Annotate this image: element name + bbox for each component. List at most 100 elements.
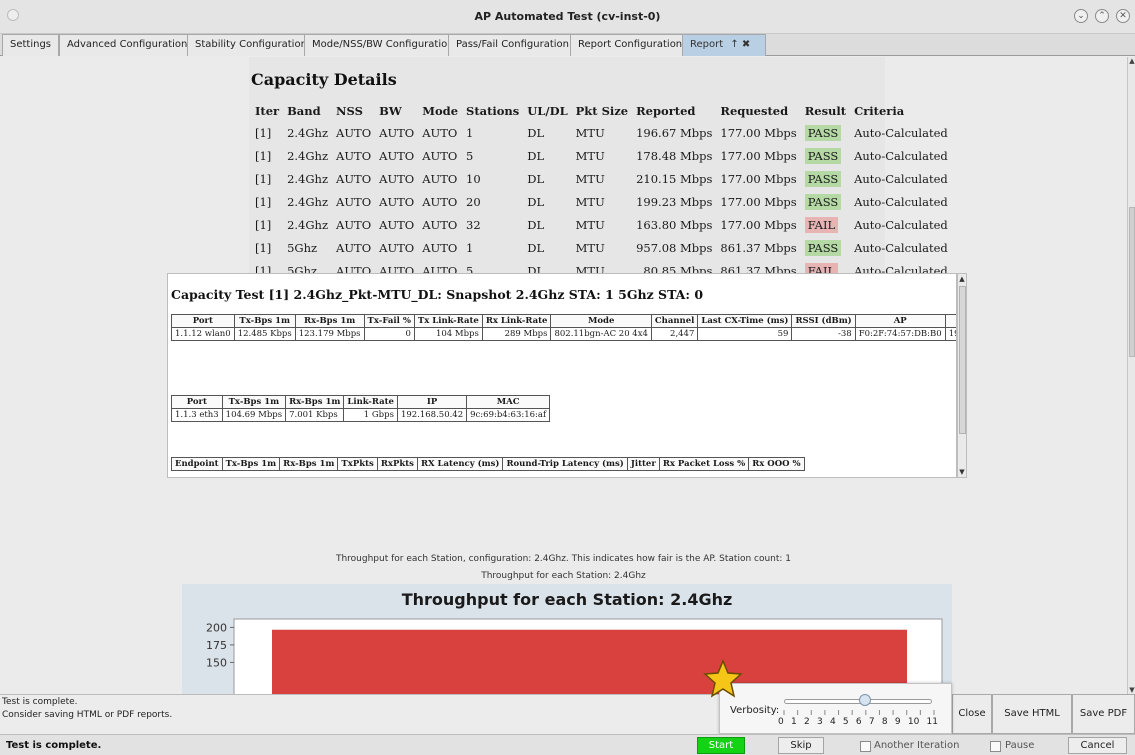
pause-checkbox[interactable] xyxy=(990,741,1001,752)
table-cell: [1] xyxy=(255,217,272,232)
table-cell: DL xyxy=(527,171,545,186)
scroll-up-icon[interactable]: ▲ xyxy=(958,275,966,283)
save-pdf-button[interactable]: Save PDF xyxy=(1072,694,1135,734)
chart-caption: Throughput for each Station, configurati… xyxy=(335,554,792,564)
table-cell: Auto-Calculated xyxy=(854,240,948,255)
verbosity-slider-handle[interactable] xyxy=(858,694,871,706)
tab-mode-nss-bw-configuration[interactable]: Mode/NSS/BW Configuration xyxy=(304,34,462,56)
table-cell: 861.37 Mbps xyxy=(720,240,797,255)
table-cell: Auto-Calculated xyxy=(854,194,948,209)
column-header: Link-Rate xyxy=(343,395,398,409)
verbosity-scale: 0 1 2 3 4 5 6 7 8 9 10 11 xyxy=(778,717,938,727)
title-bar: AP Automated Test (cv-inst-0) ⌄ ⌃ ✕ xyxy=(0,0,1135,34)
cancel-button[interactable]: Cancel xyxy=(1068,737,1127,754)
column-header: Mode xyxy=(422,104,459,118)
upstream-port-table: Port Tx-Bps 1m Rx-Bps 1m Link-Rate IP MAC 1.1… xyxy=(171,395,551,422)
table-cell: 177.00 Mbps xyxy=(720,217,797,232)
column-header: Tx-Bps 1m xyxy=(221,395,287,409)
column-header: Rx Packet Loss % xyxy=(658,457,750,471)
verbosity-scale-value: 8 xyxy=(881,717,888,727)
column-header: AP xyxy=(854,314,946,328)
close-icon[interactable]: ✕ xyxy=(1116,9,1130,23)
table-cell: AUTO xyxy=(422,194,458,209)
skip-button[interactable]: Skip xyxy=(778,737,824,754)
verbosity-scale-value: 7 xyxy=(868,717,875,727)
table-cell: 7.001 Kbps xyxy=(285,408,345,422)
close-button[interactable]: Close xyxy=(952,694,992,734)
column-header: Endpoint xyxy=(171,457,223,471)
y-tick-label: 200 xyxy=(206,621,227,634)
table-cell: MTU xyxy=(575,125,605,140)
column-header: NSS xyxy=(336,104,363,118)
column-header: Criteria xyxy=(854,104,905,118)
tab-label: Report Configuration xyxy=(578,39,683,50)
window-title: AP Automated Test (cv-inst-0) xyxy=(474,10,661,23)
table-cell: AUTO xyxy=(379,125,415,140)
verbosity-scale-value: 0 xyxy=(778,717,784,727)
table-cell: AUTO xyxy=(336,217,372,232)
chevron-up-icon[interactable]: ⌃ xyxy=(1095,9,1109,23)
table-cell: [1] xyxy=(255,194,272,209)
table-cell: DL xyxy=(527,148,545,163)
table-cell: 32 xyxy=(466,217,481,232)
verbosity-scale-value: 3 xyxy=(816,717,823,727)
table-cell: 957.08 Mbps xyxy=(636,240,713,255)
tab-sort-close-icons[interactable]: ↑ ✖ xyxy=(730,39,750,50)
table-header-row: Endpoint Tx-Bps 1m Rx-Bps 1m TxPkts RxPkts RX… xyxy=(171,457,805,471)
table-cell: 192.168.50.42 xyxy=(396,408,468,422)
tab-settings[interactable]: Settings xyxy=(2,34,60,56)
column-header: TxPkts xyxy=(337,457,378,471)
table-cell: AUTO xyxy=(379,194,415,209)
table-cell: 1.1.3 eth3 xyxy=(171,408,223,422)
table-row: 1.1.3 eth3 104.69 Mbps 7.001 Kbps 1 Gbps 192… xyxy=(171,408,551,422)
table-header-row: Port Tx-Bps 1m Rx-Bps 1m Link-Rate IP MAC xyxy=(171,395,551,409)
table-cell: Auto-Calculated xyxy=(854,148,948,163)
tab-advanced-configuration[interactable]: Advanced Configuration xyxy=(59,34,196,56)
endpoint-table: Endpoint Tx-Bps 1m Rx-Bps 1m TxPkts RxPkts RX… xyxy=(171,457,805,471)
save-html-button[interactable]: Save HTML xyxy=(992,694,1072,734)
column-header: Rx-Bps 1m xyxy=(294,314,365,328)
tab-report[interactable]: Report ↑ ✖ xyxy=(682,34,766,56)
table-cell: 177.00 Mbps xyxy=(720,148,797,163)
table-header-row: Port Tx-Bps 1m Rx-Bps 1m Tx-Fail % Tx Link-R… xyxy=(171,314,956,328)
table-cell: DL xyxy=(527,240,545,255)
table-cell: PASS xyxy=(801,167,850,190)
table-cell: PASS xyxy=(801,121,850,144)
tab-report-configuration[interactable]: Report Configuration xyxy=(570,34,691,56)
scrollbar-thumb[interactable] xyxy=(959,286,966,434)
chevron-down-icon[interactable]: ⌄ xyxy=(1074,9,1088,23)
tab-stability-configuration[interactable]: Stability Configuration xyxy=(187,34,315,56)
table-cell: 10 xyxy=(466,171,481,186)
table-cell: AUTO xyxy=(379,148,415,163)
main-scrollbar[interactable]: ▲ ▼ xyxy=(1127,57,1135,694)
table-cell: Auto-Calculated xyxy=(854,217,948,232)
scrollbar-thumb[interactable] xyxy=(1129,207,1135,357)
start-button[interactable]: Start xyxy=(697,737,745,754)
scroll-up-icon[interactable]: ▲ xyxy=(1128,57,1135,65)
scroll-down-icon[interactable]: ▼ xyxy=(1128,686,1135,694)
column-header: Mode xyxy=(550,314,652,328)
tab-bar: Settings Advanced Configuration Stabilit… xyxy=(0,34,1135,56)
table-header-row: Iter Band NSS BW Mode Stations UL/DL Pkt Size Re… xyxy=(251,101,952,121)
table-cell: 2.4Ghz xyxy=(287,171,329,186)
table-cell: 2.4Ghz xyxy=(287,125,329,140)
result-badge: PASS xyxy=(804,193,842,210)
column-header: Tx-Fail % xyxy=(363,314,415,328)
capacity-details-heading: Capacity Details xyxy=(251,70,397,89)
another-iteration-checkbox[interactable] xyxy=(860,741,871,752)
result-badge: FAIL xyxy=(804,216,839,233)
tab-pass-fail-configuration[interactable]: Pass/Fail Configuration xyxy=(448,34,578,56)
snapshot-scrollbar[interactable]: ▲ ▼ xyxy=(957,273,967,478)
star-icon[interactable] xyxy=(703,659,743,699)
table-cell: Auto-Calculated xyxy=(854,171,948,186)
table-cell: 289 Mbps xyxy=(481,327,552,341)
column-header: IP xyxy=(944,314,956,328)
table-cell: 5Ghz xyxy=(287,240,318,255)
column-header: Band xyxy=(287,104,321,118)
table-cell: PASS xyxy=(801,236,850,259)
table-cell: 178.48 Mbps xyxy=(636,148,713,163)
table-cell: PASS xyxy=(801,190,850,213)
table-cell: AUTO xyxy=(379,217,415,232)
result-badge: PASS xyxy=(804,170,842,187)
scroll-down-icon[interactable]: ▼ xyxy=(958,468,966,476)
